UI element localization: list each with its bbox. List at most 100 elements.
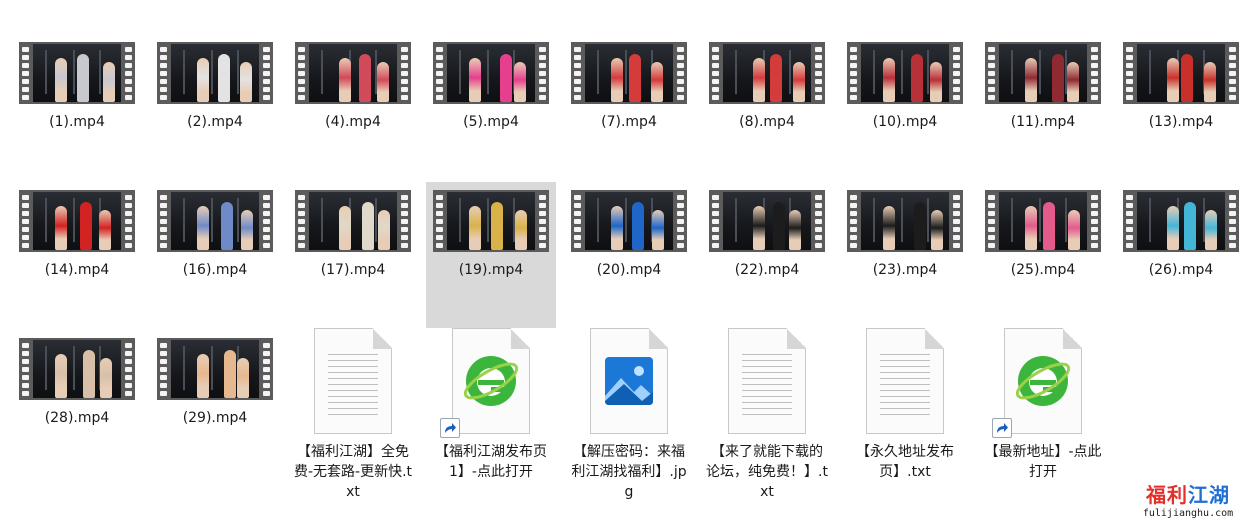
film-sprockets bbox=[157, 190, 170, 252]
video-frame bbox=[447, 44, 535, 102]
video-frame bbox=[723, 192, 811, 250]
file-item[interactable]: 【来了就能下载的论坛，纯免费！】.txt bbox=[702, 328, 832, 502]
film-sprockets bbox=[812, 190, 825, 252]
file-name: (7).mp4 bbox=[601, 114, 657, 130]
file-item[interactable]: (19).mp4 bbox=[426, 182, 556, 328]
film-sprockets bbox=[295, 42, 308, 104]
video-frame bbox=[999, 192, 1087, 250]
watermark-url: fulijianghu.com bbox=[1142, 508, 1234, 519]
video-frame bbox=[33, 192, 121, 250]
file-name: (29).mp4 bbox=[182, 410, 248, 426]
film-sprockets bbox=[847, 42, 860, 104]
text-file-icon bbox=[866, 328, 944, 434]
video-thumbnail bbox=[985, 42, 1101, 104]
film-sprockets bbox=[295, 190, 308, 252]
video-frame bbox=[861, 192, 949, 250]
video-thumbnail bbox=[295, 42, 411, 104]
file-name: (10).mp4 bbox=[872, 114, 938, 130]
file-item[interactable]: (29).mp4 bbox=[150, 338, 280, 428]
film-sprockets bbox=[674, 190, 687, 252]
file-item[interactable]: 【解压密码：来福利江湖找福利】.jpg bbox=[564, 328, 694, 502]
film-sprockets bbox=[709, 190, 722, 252]
video-frame bbox=[33, 340, 121, 398]
file-item[interactable]: (22).mp4 bbox=[702, 190, 832, 280]
video-thumbnail bbox=[1123, 42, 1239, 104]
file-name: (25).mp4 bbox=[1010, 262, 1076, 278]
file-name: (1).mp4 bbox=[49, 114, 105, 130]
film-sprockets bbox=[950, 190, 963, 252]
file-name: (5).mp4 bbox=[463, 114, 519, 130]
file-item[interactable]: (8).mp4 bbox=[702, 42, 832, 132]
file-item[interactable]: 【福利江湖发布页1】-点此打开 bbox=[426, 328, 556, 482]
video-thumbnail bbox=[985, 190, 1101, 252]
file-name: (23).mp4 bbox=[872, 262, 938, 278]
file-item[interactable]: (13).mp4 bbox=[1116, 42, 1246, 132]
film-sprockets bbox=[674, 42, 687, 104]
film-sprockets bbox=[1088, 42, 1101, 104]
file-item[interactable]: (25).mp4 bbox=[978, 190, 1108, 280]
file-name: (8).mp4 bbox=[739, 114, 795, 130]
film-sprockets bbox=[571, 42, 584, 104]
film-sprockets bbox=[433, 190, 446, 252]
video-frame bbox=[171, 340, 259, 398]
file-item[interactable]: 【永久地址发布页】.txt bbox=[840, 328, 970, 482]
video-thumbnail bbox=[157, 190, 273, 252]
video-thumbnail bbox=[571, 190, 687, 252]
video-frame bbox=[585, 192, 673, 250]
file-item[interactable]: (1).mp4 bbox=[12, 42, 142, 132]
file-item[interactable]: (17).mp4 bbox=[288, 190, 418, 280]
video-thumbnail bbox=[295, 190, 411, 252]
file-item[interactable]: (2).mp4 bbox=[150, 42, 280, 132]
file-item[interactable]: (7).mp4 bbox=[564, 42, 694, 132]
shortcut-arrow-icon bbox=[992, 418, 1012, 438]
file-item[interactable]: (5).mp4 bbox=[426, 42, 556, 132]
film-sprockets bbox=[260, 338, 273, 400]
file-name: (26).mp4 bbox=[1148, 262, 1214, 278]
site-watermark: 福利江湖 fulijianghu.com bbox=[1140, 483, 1236, 519]
film-sprockets bbox=[19, 338, 32, 400]
video-frame bbox=[723, 44, 811, 102]
film-sprockets bbox=[1088, 190, 1101, 252]
ie-browser-icon bbox=[1013, 351, 1073, 415]
video-thumbnail bbox=[19, 190, 135, 252]
film-sprockets bbox=[985, 190, 998, 252]
video-thumbnail bbox=[1123, 190, 1239, 252]
film-sprockets bbox=[1226, 190, 1239, 252]
film-sprockets bbox=[157, 338, 170, 400]
film-sprockets bbox=[433, 42, 446, 104]
file-item[interactable]: (11).mp4 bbox=[978, 42, 1108, 132]
video-thumbnail bbox=[19, 42, 135, 104]
film-sprockets bbox=[812, 42, 825, 104]
film-sprockets bbox=[571, 190, 584, 252]
file-item[interactable]: (16).mp4 bbox=[150, 190, 280, 280]
film-sprockets bbox=[1123, 190, 1136, 252]
file-item[interactable]: (14).mp4 bbox=[12, 190, 142, 280]
file-item[interactable]: (4).mp4 bbox=[288, 42, 418, 132]
file-item[interactable]: (23).mp4 bbox=[840, 190, 970, 280]
file-name: 【最新地址】-点此打开 bbox=[984, 444, 1102, 480]
film-sprockets bbox=[950, 42, 963, 104]
file-name: (22).mp4 bbox=[734, 262, 800, 278]
file-item[interactable]: 【福利江湖】全免费-无套路-更新快.txt bbox=[288, 328, 418, 502]
film-sprockets bbox=[985, 42, 998, 104]
shortcut-arrow-icon bbox=[440, 418, 460, 438]
video-thumbnail bbox=[157, 42, 273, 104]
file-item[interactable]: (28).mp4 bbox=[12, 338, 142, 428]
video-thumbnail bbox=[19, 338, 135, 400]
file-item[interactable]: 【最新地址】-点此打开 bbox=[978, 328, 1108, 482]
film-sprockets bbox=[1123, 42, 1136, 104]
video-frame bbox=[447, 192, 535, 250]
file-item[interactable]: (26).mp4 bbox=[1116, 190, 1246, 280]
watermark-title: 福利江湖 bbox=[1146, 483, 1230, 507]
file-name: 【解压密码：来福利江湖找福利】.jpg bbox=[571, 444, 687, 500]
film-sprockets bbox=[536, 42, 549, 104]
film-sprockets bbox=[398, 42, 411, 104]
video-frame bbox=[309, 44, 397, 102]
video-frame bbox=[33, 44, 121, 102]
file-item[interactable]: (20).mp4 bbox=[564, 190, 694, 280]
video-thumbnail bbox=[847, 190, 963, 252]
film-sprockets bbox=[260, 42, 273, 104]
video-frame bbox=[999, 44, 1087, 102]
file-name: (17).mp4 bbox=[320, 262, 386, 278]
file-item[interactable]: (10).mp4 bbox=[840, 42, 970, 132]
